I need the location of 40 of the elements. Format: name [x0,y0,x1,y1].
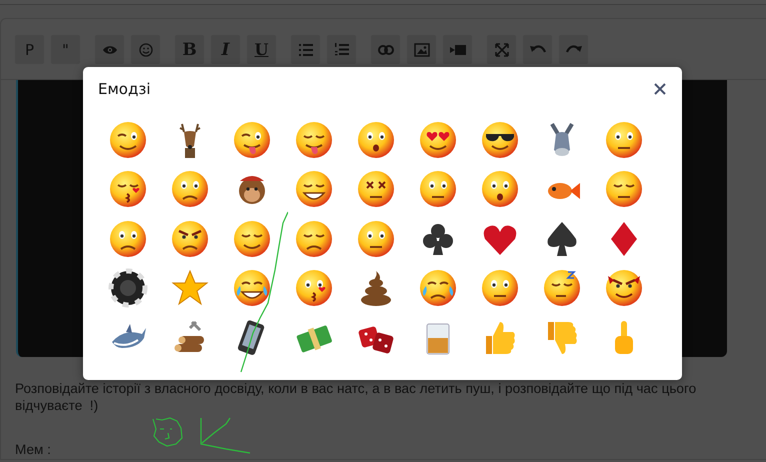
crying-face-icon[interactable] [418,268,458,308]
kissing-face-icon[interactable] [108,169,148,210]
heart-eyes-face-icon[interactable] [418,120,458,160]
sunglasses-face-icon[interactable] [480,120,520,160]
surprised-face-icon[interactable] [356,120,396,160]
video-icon [450,44,466,54]
sad-face-icon[interactable] [294,218,334,259]
undo-icon [530,44,546,56]
scared-face-icon[interactable] [480,169,520,210]
close-icon[interactable] [654,83,666,95]
dizzy-face-icon[interactable] [356,169,396,210]
format-button[interactable]: " [51,35,80,64]
kissing-face-icon[interactable] [294,268,334,308]
paragraph-text: Розповідайте історії з власного досвіду, коли в вас натс, а в вас летить пуш, і розповідайте що під час цього відчуваєте !) [15,380,698,414]
angry-face-icon[interactable] [170,218,210,259]
neutral-face-icon[interactable] [356,218,396,259]
smirking-face-icon[interactable] [604,169,644,210]
fullscreen-icon [494,42,508,56]
tongue-face-icon[interactable] [294,120,334,160]
dialog-title: Емодзі [98,80,150,98]
tongue-face-icon[interactable] [232,120,272,160]
grinning-face-icon[interactable] [294,169,334,210]
eye-icon [102,44,116,54]
image-icon [414,42,430,56]
link-icon [378,44,394,54]
smiley-icon [138,42,152,56]
confused-face-icon[interactable] [108,218,148,259]
neutral-face-icon[interactable] [418,169,458,210]
redo-icon [566,44,582,56]
sad-face-icon[interactable] [170,169,210,210]
devil-face-icon[interactable] [604,268,644,308]
laughing-tears-face-icon[interactable] [232,268,272,308]
winking-face-icon[interactable] [108,120,148,160]
paragraph-text: Мем : [15,441,52,458]
neutral-face-icon[interactable] [604,120,644,160]
smiling-face-icon[interactable] [232,218,272,259]
sleeping-face-icon[interactable] [542,268,582,308]
poker-chip-icon[interactable] [108,268,148,308]
bulleted-list-icon [298,44,312,56]
numbered-list-icon [334,43,348,56]
